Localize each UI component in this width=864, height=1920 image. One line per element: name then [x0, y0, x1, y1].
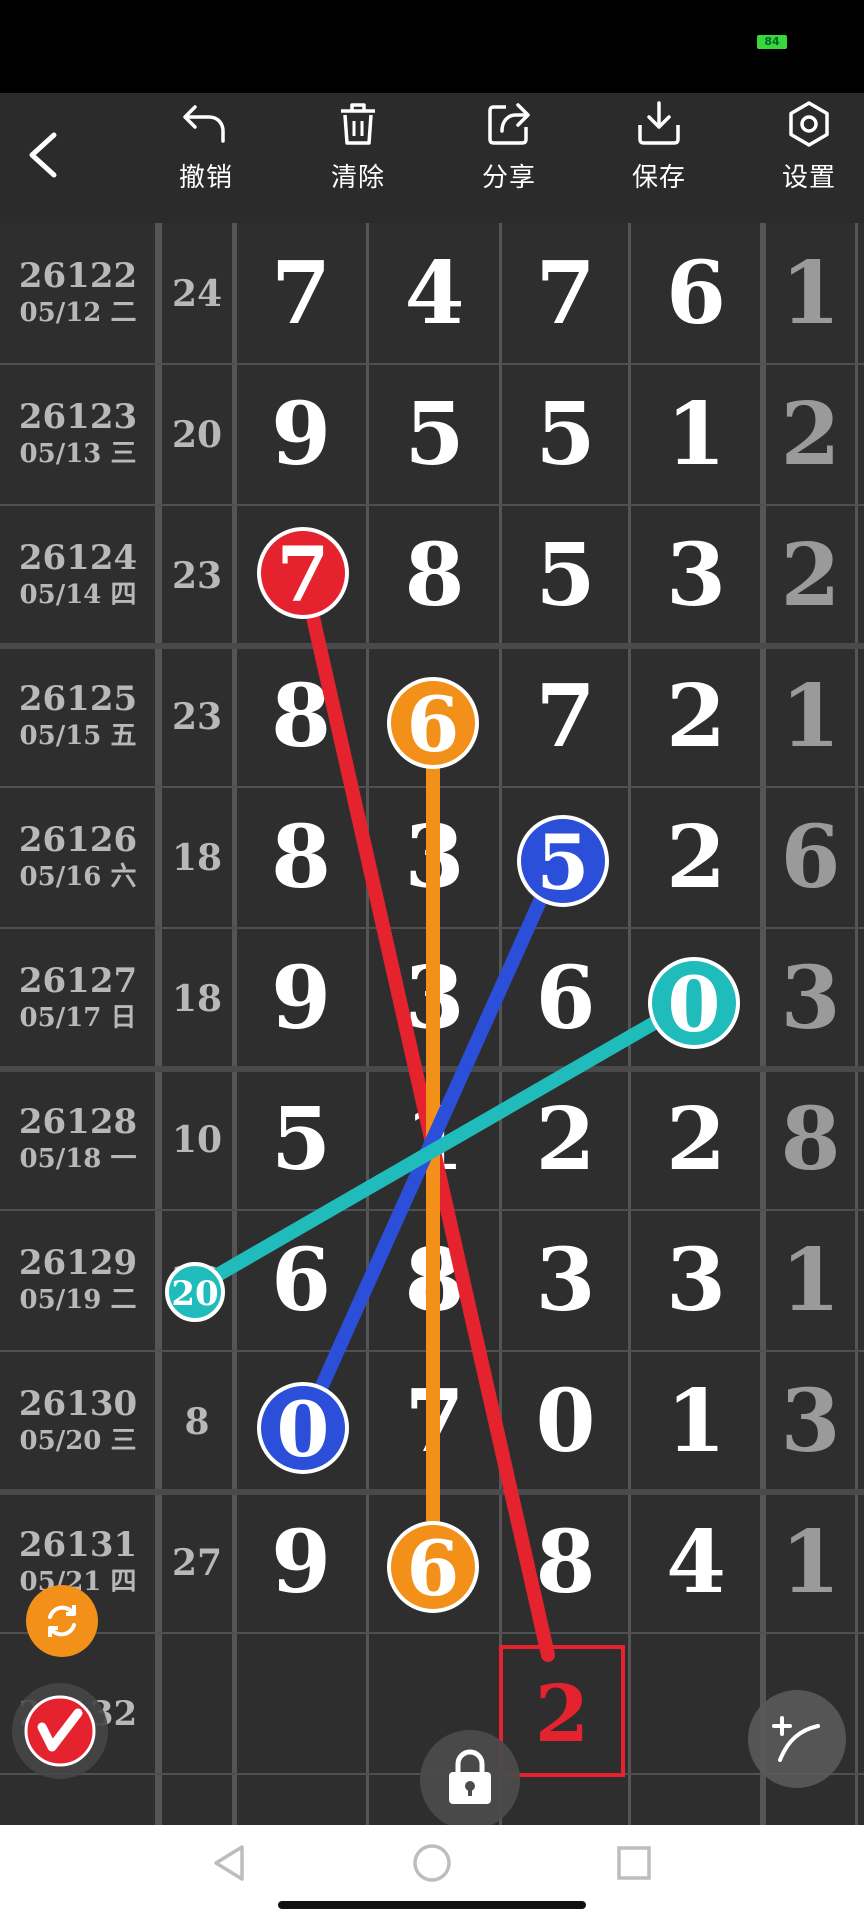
back-triangle-icon[interactable] — [208, 1841, 252, 1885]
teal-right-marker-digit: 0 — [668, 960, 721, 1049]
add-curve-button[interactable] — [748, 1690, 846, 1788]
clear-label: 清除 — [330, 163, 385, 193]
lock-button[interactable] — [420, 1730, 520, 1830]
add-curve-icon — [772, 1716, 820, 1762]
recent-square-icon[interactable] — [612, 1841, 656, 1885]
orange-top-marker[interactable]: 6 — [387, 677, 479, 769]
battery-indicator: 84 — [757, 35, 787, 49]
status-bar: 84 — [0, 0, 864, 93]
refresh-button[interactable] — [26, 1585, 98, 1657]
back-button[interactable] — [18, 125, 68, 185]
orange-bottom-marker-digit: 6 — [407, 1524, 460, 1613]
home-circle-icon[interactable] — [410, 1841, 454, 1885]
system-nav-bar — [0, 1825, 864, 1920]
blue-bottom-marker[interactable]: 0 — [257, 1382, 349, 1474]
home-indicator[interactable] — [278, 1901, 586, 1909]
red-top-marker-digit: 7 — [277, 530, 330, 619]
settings-hexagon-icon — [789, 101, 829, 147]
trend-line-overlay: 2 7 6 6 5 0 0 20 — [165, 527, 740, 1777]
orange-bottom-marker[interactable]: 6 — [387, 1521, 479, 1613]
blue-top-marker-digit: 5 — [537, 818, 590, 907]
refresh-icon — [48, 1605, 76, 1637]
trend-chart-grid[interactable]: 26122 05/12 二 24 7 4 7 6 1 26123 05/13 三 20 9 5 5 1 2 26… — [0, 223, 864, 1830]
undo-label: 撤销 — [178, 163, 233, 193]
share-label: 分享 — [481, 163, 536, 193]
chevron-left-icon — [29, 132, 57, 178]
clear-button[interactable]: 清除 — [308, 99, 408, 209]
share-icon — [488, 103, 530, 145]
blue-top-marker[interactable]: 5 — [517, 815, 609, 907]
undo-icon — [183, 105, 225, 143]
save-label: 保存 — [631, 163, 686, 193]
settings-button[interactable]: 设置 — [759, 99, 859, 209]
red-top-marker[interactable]: 7 — [257, 527, 349, 619]
toolbar: 撤销 清除 分享 保存 设置 — [0, 93, 864, 223]
trash-icon — [341, 103, 375, 145]
teal-left-marker[interactable]: 20 — [165, 1262, 225, 1322]
save-button[interactable]: 保存 — [609, 99, 709, 209]
teal-trend-line — [188, 993, 701, 1295]
teal-right-marker[interactable]: 0 — [648, 957, 740, 1049]
settings-label: 设置 — [781, 163, 836, 193]
predicted-digit: 2 — [535, 1669, 589, 1760]
undo-button[interactable]: 撤销 — [156, 99, 256, 209]
app-logo-icon — [24, 1695, 96, 1767]
orange-top-marker-digit: 6 — [407, 680, 460, 769]
teal-left-marker-value: 20 — [171, 1274, 218, 1314]
app-logo-button[interactable] — [12, 1683, 108, 1779]
lock-icon — [449, 1749, 491, 1804]
blue-bottom-marker-digit: 0 — [277, 1385, 330, 1474]
download-icon — [638, 101, 680, 145]
share-button[interactable]: 分享 — [459, 99, 559, 209]
